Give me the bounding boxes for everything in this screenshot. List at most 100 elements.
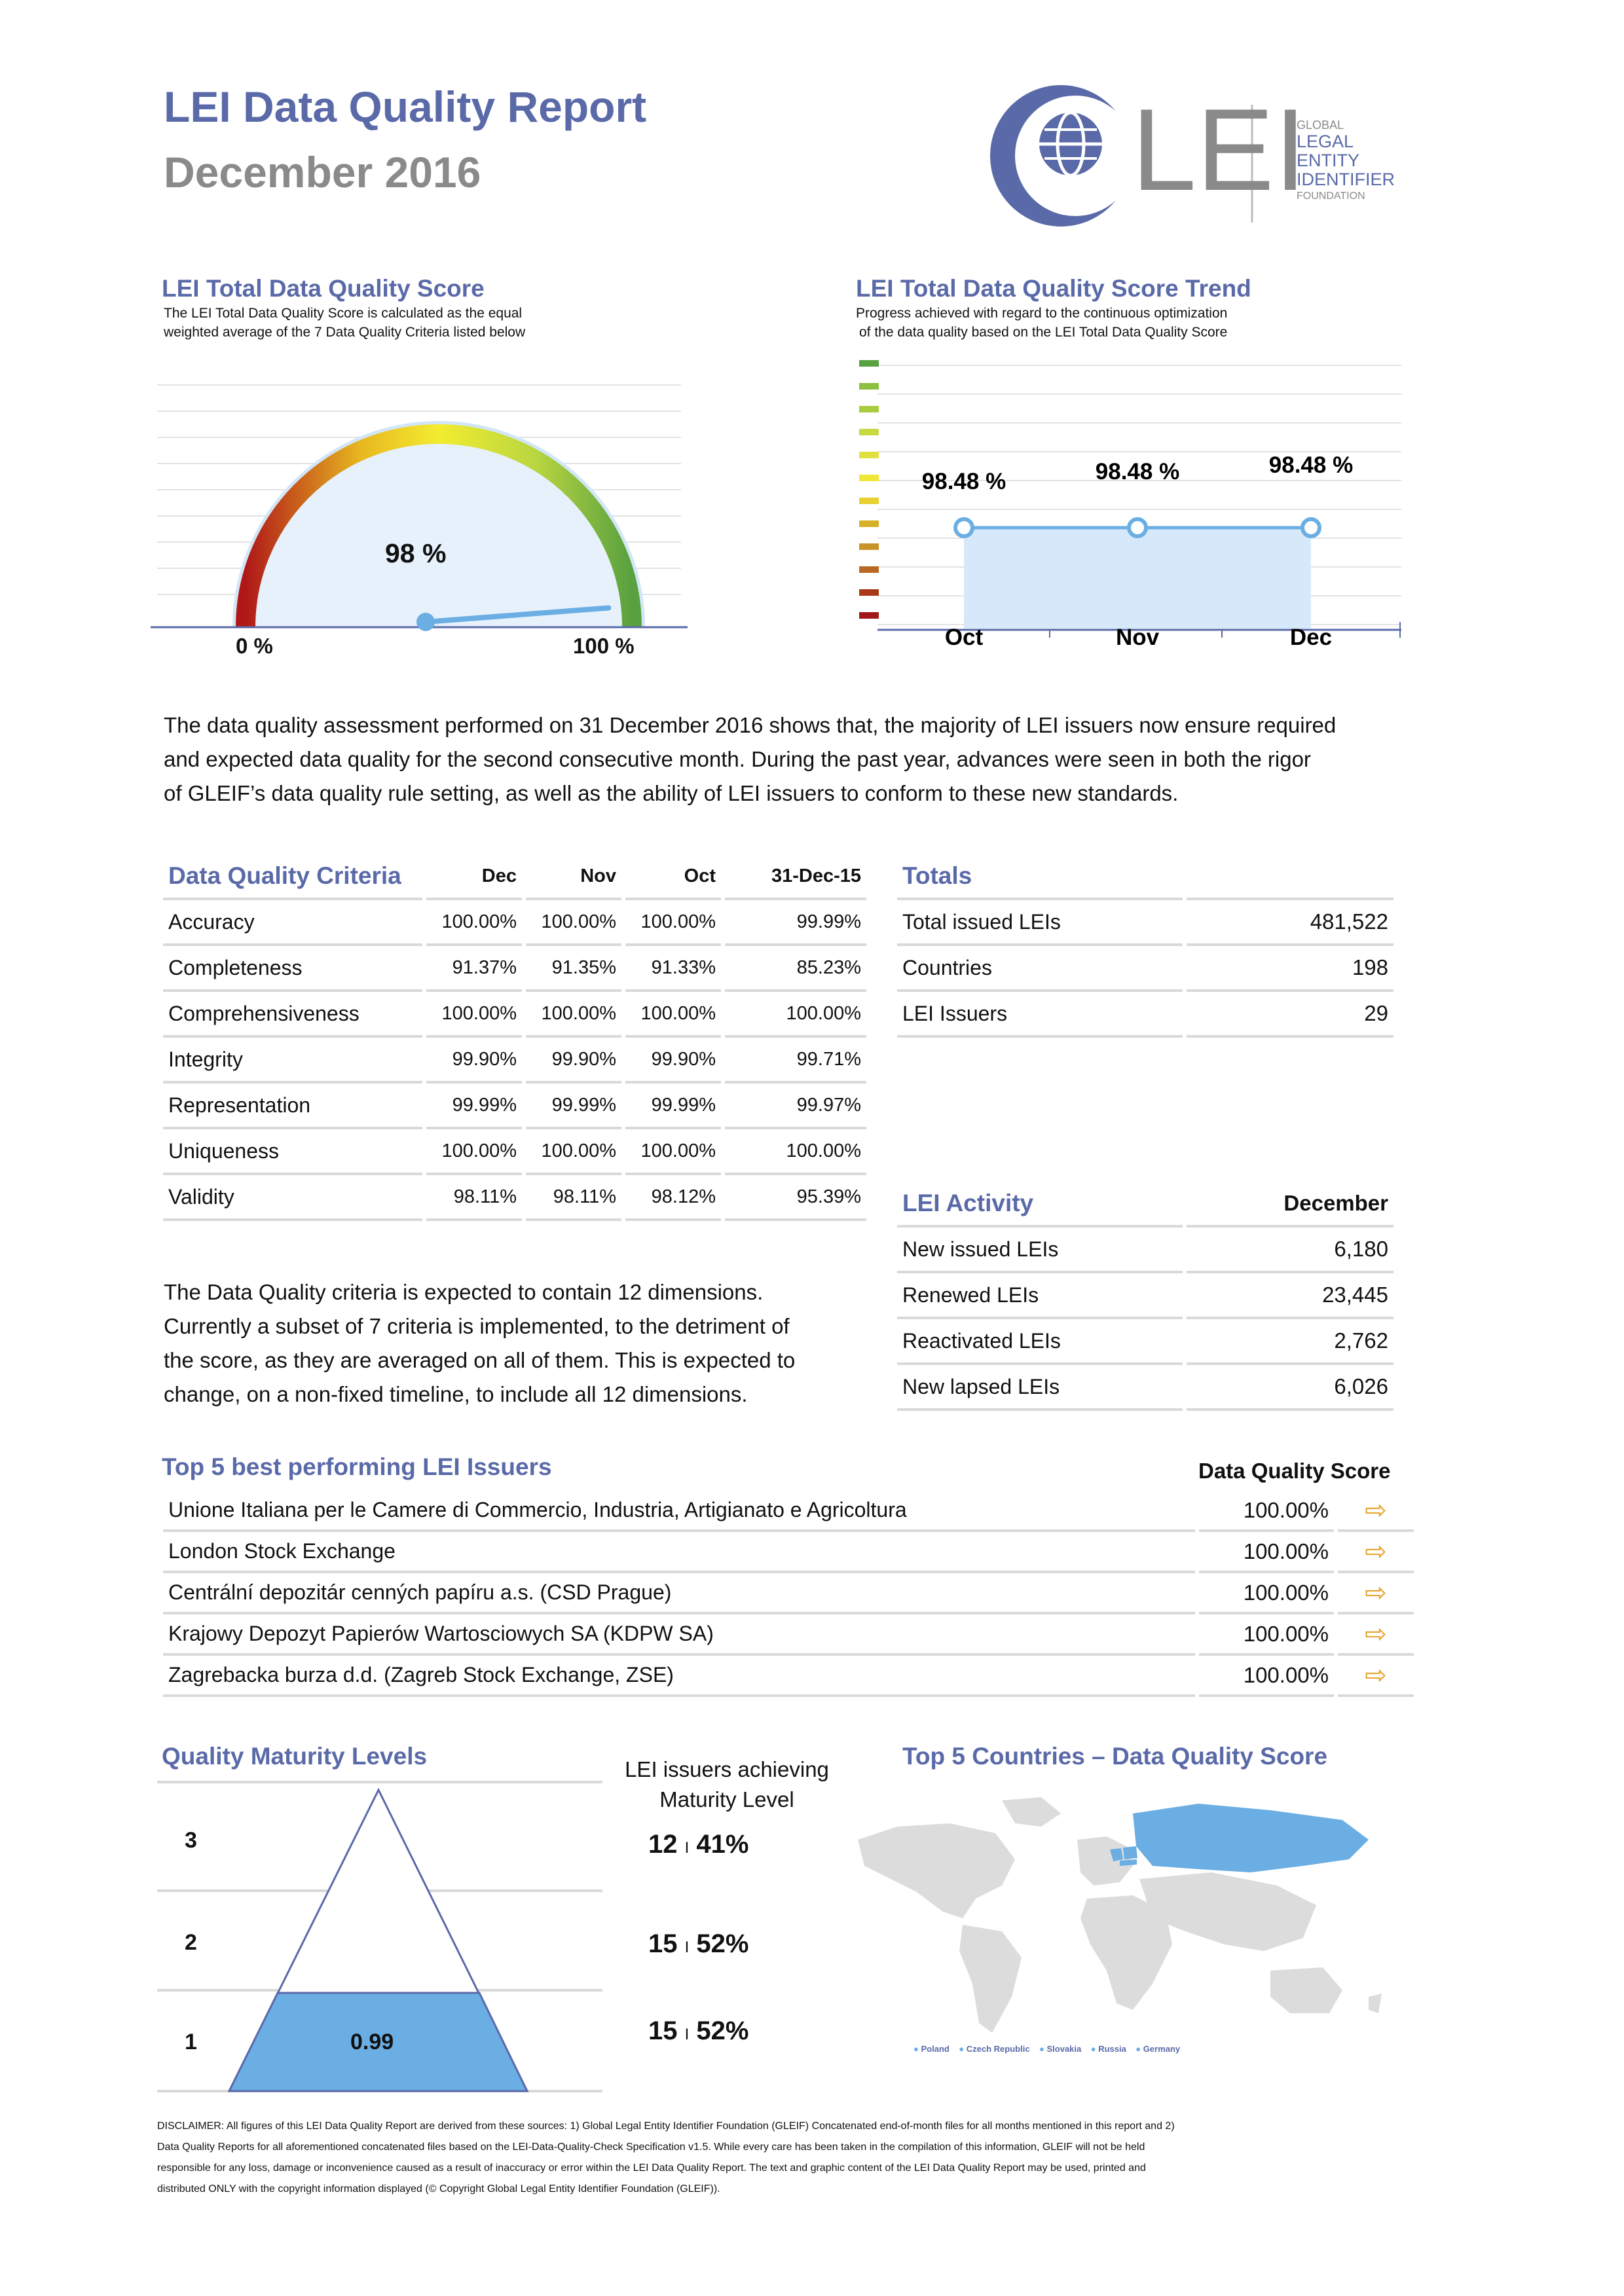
disclaimer-line-4: distributed ONLY with the copyright info… bbox=[157, 2183, 720, 2195]
maturity-separator: I bbox=[684, 2026, 690, 2043]
trend-category-label: Dec bbox=[1290, 625, 1332, 648]
criteria-name: Representation bbox=[163, 1084, 422, 1129]
issuer-score: 100.00% bbox=[1199, 1614, 1334, 1656]
table-row: New lapsed LEIs 6,026 bbox=[897, 1365, 1393, 1411]
table-row: Representation 99.99% 99.99% 99.99% 99.9… bbox=[163, 1084, 866, 1129]
south-america bbox=[959, 1925, 1022, 2033]
activity-header-row: LEI Activity December bbox=[897, 1182, 1393, 1228]
trend-scale-step bbox=[859, 543, 879, 550]
logo-line-legal: LEGAL bbox=[1297, 132, 1354, 151]
new-zealand bbox=[1369, 1994, 1382, 2013]
arrow-right-icon: ⇨ bbox=[1338, 1532, 1414, 1573]
gauge-pivot bbox=[416, 613, 435, 631]
report-title: LEI Data Quality Report bbox=[164, 82, 647, 131]
activity-value: 6,180 bbox=[1187, 1228, 1393, 1273]
legend-dot-icon: ● bbox=[913, 2044, 919, 2054]
trend-point bbox=[953, 517, 974, 538]
trend-title: LEI Total Data Quality Score Trend bbox=[856, 275, 1251, 302]
report-subtitle: December 2016 bbox=[164, 148, 481, 196]
criteria-col-oct: Oct bbox=[625, 854, 721, 900]
maturity-pct: 41% bbox=[696, 1830, 749, 1859]
criteria-prev: 100.00% bbox=[725, 1129, 866, 1175]
trend-scale-step bbox=[859, 612, 879, 619]
criteria-oct: 100.00% bbox=[625, 992, 721, 1038]
maturity-title: Quality Maturity Levels bbox=[162, 1743, 428, 1770]
issuer-score: 100.00% bbox=[1199, 1656, 1334, 1697]
trend-category-label: Oct bbox=[945, 625, 984, 648]
criteria-nov: 99.90% bbox=[526, 1038, 621, 1084]
criteria-oct: 99.99% bbox=[625, 1084, 721, 1129]
criteria-nov: 100.00% bbox=[526, 992, 621, 1038]
table-row: London Stock Exchange 100.00% ⇨ bbox=[163, 1532, 1414, 1573]
intro-line-2: and expected data quality for the second… bbox=[164, 747, 1311, 771]
table-row: Validity 98.11% 98.11% 98.12% 95.39% bbox=[163, 1175, 866, 1221]
trend-scale-step bbox=[859, 589, 879, 596]
map-czech-republic bbox=[1120, 1860, 1129, 1866]
maturity-level-1: 1 bbox=[185, 2030, 197, 2054]
issuer-name: Unione Italiana per le Camere di Commerc… bbox=[163, 1491, 1195, 1532]
logo-line-foundation: FOUNDATION bbox=[1297, 191, 1365, 202]
trend-category-label: Nov bbox=[1116, 625, 1160, 648]
criteria-prev: 95.39% bbox=[725, 1175, 866, 1221]
criteria-name: Uniqueness bbox=[163, 1129, 422, 1175]
trend-scale-step bbox=[859, 429, 879, 435]
maturity-col-line-1: LEI issuers achieving bbox=[625, 1757, 829, 1781]
criteria-name: Validity bbox=[163, 1175, 422, 1221]
table-row: Total issued LEIs 481,522 bbox=[897, 900, 1393, 946]
logo-lei-text: LEI bbox=[1132, 84, 1307, 215]
map-poland bbox=[1123, 1846, 1137, 1859]
criteria-oct: 100.00% bbox=[625, 1129, 721, 1175]
activity-value: 23,445 bbox=[1187, 1273, 1393, 1319]
arrow-right-icon: ⇨ bbox=[1338, 1656, 1414, 1697]
trend-scale-step bbox=[859, 406, 879, 412]
table-row: Reactivated LEIs 2,762 bbox=[897, 1319, 1393, 1365]
trend-scale-step bbox=[859, 566, 879, 573]
criteria-header-row: Data Quality Criteria Dec Nov Oct 31-Dec… bbox=[163, 854, 866, 900]
criteria-col-prev: 31-Dec-15 bbox=[725, 854, 866, 900]
activity-table: LEI Activity December New issued LEIs 6,… bbox=[893, 1182, 1397, 1411]
criteria-dec: 99.90% bbox=[426, 1038, 522, 1084]
table-row: Centrální depozitár cenných papíru a.s. … bbox=[163, 1573, 1414, 1614]
criteria-oct: 100.00% bbox=[625, 900, 721, 946]
gauge-min-label: 0 % bbox=[236, 634, 273, 658]
trend-note-2: of the data quality based on the LEI Tot… bbox=[859, 325, 1228, 340]
table-row: Krajowy Depozyt Papierów Wartosciowych S… bbox=[163, 1614, 1414, 1656]
table-row: Zagrebacka burza d.d. (Zagreb Stock Exch… bbox=[163, 1656, 1414, 1697]
issuer-name: Krajowy Depozyt Papierów Wartosciowych S… bbox=[163, 1614, 1195, 1656]
gauge-value-label: 98 % bbox=[385, 538, 447, 568]
criteria-dec: 91.37% bbox=[426, 946, 522, 992]
issuers-col-score: Data Quality Score bbox=[1198, 1459, 1391, 1483]
totals-header-row: Totals bbox=[897, 854, 1393, 900]
arrow-right-icon: ⇨ bbox=[1338, 1491, 1414, 1532]
activity-value: 6,026 bbox=[1187, 1365, 1393, 1411]
countries-title: Top 5 Countries – Data Quality Score bbox=[902, 1743, 1328, 1770]
legend-slovakia: Slovakia bbox=[1046, 2044, 1082, 2054]
greenland bbox=[1002, 1797, 1061, 1827]
disclaimer-line-2: Data Quality Reports for all aforementio… bbox=[157, 2141, 1145, 2153]
maturity-level-2: 2 bbox=[185, 1930, 197, 1955]
table-row: Unione Italiana per le Camere di Commerc… bbox=[163, 1491, 1414, 1532]
criteria-col-dec: Dec bbox=[426, 854, 522, 900]
issuer-score: 100.00% bbox=[1199, 1491, 1334, 1532]
totals-title: Totals bbox=[897, 854, 1183, 900]
criteria-note-1: The Data Quality criteria is expected to… bbox=[164, 1280, 764, 1304]
arrow-right-icon: ⇨ bbox=[1338, 1614, 1414, 1656]
criteria-prev: 100.00% bbox=[725, 992, 866, 1038]
criteria-nov: 100.00% bbox=[526, 1129, 621, 1175]
legend-russia: Russia bbox=[1098, 2044, 1126, 2054]
issuer-name: Zagrebacka burza d.d. (Zagreb Stock Exch… bbox=[163, 1656, 1195, 1697]
criteria-oct: 91.33% bbox=[625, 946, 721, 992]
table-row: Uniqueness 100.00% 100.00% 100.00% 100.0… bbox=[163, 1129, 866, 1175]
criteria-oct: 98.12% bbox=[625, 1175, 721, 1221]
trend-data-label: 98.48 % bbox=[1269, 452, 1353, 478]
maturity-count: 15 bbox=[648, 2016, 678, 2045]
criteria-nov: 98.11% bbox=[526, 1175, 621, 1221]
criteria-prev: 85.23% bbox=[725, 946, 866, 992]
australia bbox=[1270, 1967, 1342, 2013]
trend-color-scale bbox=[859, 360, 879, 619]
totals-table: Totals Total issued LEIs 481,522 Countri… bbox=[893, 854, 1397, 1038]
criteria-col-nov: Nov bbox=[526, 854, 621, 900]
legend-germany: Germany bbox=[1143, 2044, 1181, 2054]
table-row: Countries 198 bbox=[897, 946, 1393, 992]
maturity-level-3: 3 bbox=[185, 1828, 197, 1853]
